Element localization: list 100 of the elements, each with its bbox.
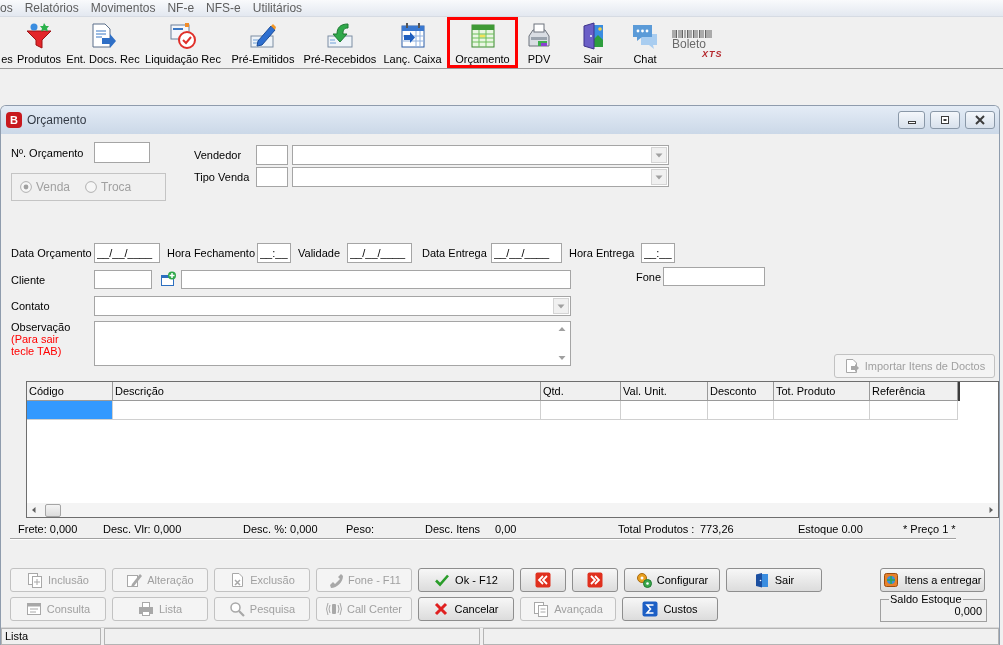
menu-item[interactable]: Relatórios	[18, 0, 85, 16]
chat-bubble-icon	[631, 22, 659, 50]
toolbar-button[interactable]: Produtos	[14, 17, 64, 68]
client-name-field[interactable]	[181, 270, 571, 289]
caret-down-icon	[651, 147, 667, 163]
summary-text: Desc. Itens	[425, 522, 482, 536]
toolbar-button[interactable]: Chat	[626, 17, 664, 68]
close-icon	[975, 115, 985, 125]
deliver-items-button[interactable]: Itens a entregar	[880, 568, 985, 592]
toolbar-button[interactable]: Liquidação Rec	[142, 17, 224, 68]
toolbar-button[interactable]: Pré-Emitidos	[224, 17, 302, 68]
time-field[interactable]: __:__	[641, 243, 675, 263]
column-header[interactable]: Código	[27, 382, 113, 401]
calendar-icon	[398, 22, 427, 50]
menu-item[interactable]: NF-e	[161, 0, 201, 16]
summary-text: Desc. Vlr: 0,000	[103, 522, 183, 536]
close-button[interactable]	[965, 111, 995, 129]
toolbar-button[interactable]: es	[0, 17, 14, 68]
number-field[interactable]	[94, 142, 150, 163]
toolbar-button[interactable]: Pré-Recebidos	[302, 17, 378, 68]
exit-button[interactable]: Sair	[726, 568, 822, 592]
costs-button[interactable]: Custos	[622, 597, 718, 621]
field-label: Nº. Orçamento	[11, 145, 85, 160]
toolbar-button[interactable]: Lanç. Caixa	[378, 17, 447, 68]
menu-item[interactable]: Utilitários	[246, 0, 309, 16]
menu-item[interactable]: Movimentos	[84, 0, 162, 16]
column-header[interactable]: Desconto	[708, 382, 774, 401]
toolbar-button[interactable]: Sair	[560, 17, 626, 68]
summary-text: Peso:	[346, 522, 376, 536]
field-label: Cliente	[11, 273, 47, 287]
client-code-field[interactable]	[94, 270, 152, 289]
spreadsheet-icon	[468, 22, 497, 50]
column-header[interactable]: Val. Unit.	[621, 382, 708, 401]
ok-button[interactable]: Ok - F12	[418, 568, 514, 592]
configure-button[interactable]: Configurar	[624, 568, 720, 592]
document-arrow-icon	[843, 358, 860, 374]
phone-icon	[327, 572, 343, 588]
caret-down-icon	[651, 169, 667, 185]
menu-item[interactable]: os	[0, 0, 19, 16]
sigma-icon	[642, 601, 659, 617]
phone-waves-icon	[326, 601, 342, 617]
field-label: Observação	[11, 321, 72, 333]
previous-button[interactable]	[520, 568, 566, 592]
date-field[interactable]: __/__/____	[94, 243, 160, 263]
app-logo: B	[6, 112, 22, 128]
toolbar-button[interactable]: Orçamento	[447, 17, 518, 68]
column-header[interactable]: Referência	[870, 382, 958, 401]
pencil-icon	[126, 572, 143, 588]
pencil-card-icon	[249, 22, 277, 50]
window-icon	[25, 601, 42, 617]
document-arrow-icon	[89, 22, 117, 50]
table-cell	[708, 401, 774, 420]
magnifier-icon	[228, 601, 245, 617]
field-label: Fone	[636, 270, 663, 284]
clock-check-icon	[169, 22, 197, 50]
radio-icon	[85, 181, 98, 193]
restore-button[interactable]	[930, 111, 960, 129]
code-field[interactable]	[256, 145, 288, 165]
window-title: Orçamento	[27, 112, 87, 129]
dropdown-field[interactable]	[292, 145, 669, 165]
time-field[interactable]: __:__	[257, 243, 291, 263]
toolbar-button[interactable]: PDV	[518, 17, 560, 68]
restore-icon	[940, 115, 950, 125]
field-label: Tipo Venda	[194, 170, 251, 184]
field-label: Hora Fechamento	[167, 246, 257, 260]
double-chevron-left-icon	[535, 572, 551, 588]
toolbar-button[interactable]: Ent. Docs. Rec	[64, 17, 142, 68]
column-header[interactable]: Qtd.	[541, 382, 621, 401]
column-header[interactable]: Descrição	[113, 382, 541, 401]
summary-text: Total Produtos :	[618, 522, 696, 536]
documents-icon	[533, 601, 550, 617]
document-x-icon	[229, 572, 246, 588]
column-header[interactable]: Tot. Produto	[774, 382, 870, 401]
funnel-icon	[25, 22, 53, 50]
logo-mark: XTS	[702, 50, 723, 59]
scroll-up-icon	[558, 325, 566, 333]
printer-icon	[137, 601, 154, 617]
text-area[interactable]	[94, 321, 571, 366]
window-plus-icon	[160, 271, 176, 287]
next-button[interactable]	[572, 568, 618, 592]
scrollbar-thumb[interactable]	[45, 503, 61, 517]
phone-field[interactable]	[663, 267, 765, 286]
minimize-button[interactable]	[898, 111, 925, 129]
dropdown-field[interactable]	[94, 296, 571, 316]
scrollbar[interactable]	[27, 503, 998, 517]
gears-icon	[635, 572, 652, 588]
cancel-button[interactable]: Cancelar	[418, 597, 514, 621]
dropdown-field[interactable]	[292, 167, 669, 187]
scroll-down-icon	[558, 354, 566, 362]
code-field[interactable]	[256, 167, 288, 187]
field-label: Data Orçamento	[11, 246, 93, 260]
field-label: Validade	[298, 246, 341, 260]
menu-item[interactable]: NFS-e	[200, 0, 247, 16]
date-field[interactable]: __/__/____	[491, 243, 562, 263]
radio-icon	[20, 181, 32, 193]
date-field[interactable]: __/__/____	[347, 243, 412, 263]
field-label: Vendedor	[194, 148, 243, 162]
summary-text: * Preço 1 *	[903, 522, 957, 536]
caret-down-icon	[553, 298, 569, 314]
field-label: Data Entrega	[422, 246, 488, 260]
